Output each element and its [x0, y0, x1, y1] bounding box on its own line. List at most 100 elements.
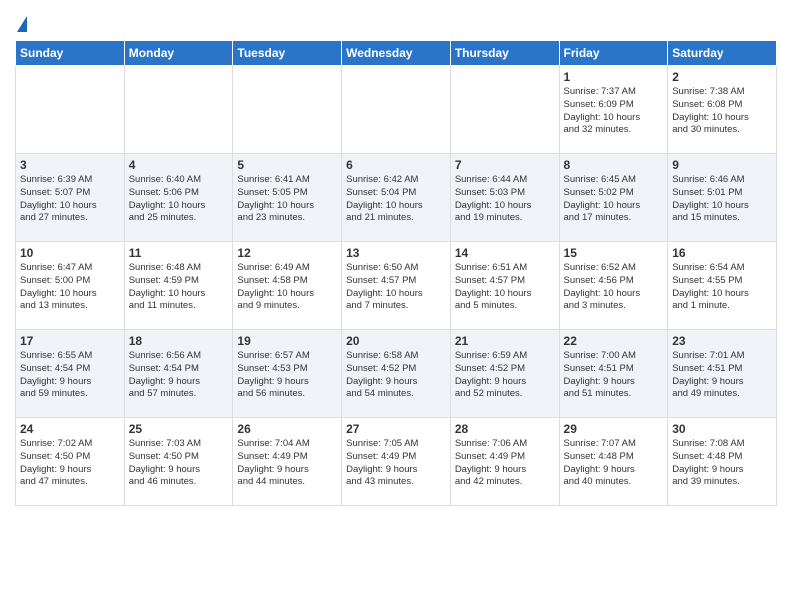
calendar-cell	[233, 66, 342, 154]
day-info: Sunrise: 7:07 AMSunset: 4:48 PMDaylight:…	[564, 438, 664, 489]
day-info: Sunrise: 6:54 AMSunset: 4:55 PMDaylight:…	[672, 262, 772, 313]
day-number: 30	[672, 422, 772, 436]
weekday-header-saturday: Saturday	[668, 41, 777, 66]
calendar-cell: 11 Sunrise: 6:48 AMSunset: 4:59 PMDayligh…	[124, 242, 233, 330]
calendar-cell: 23 Sunrise: 7:01 AMSunset: 4:51 PMDayligh…	[668, 330, 777, 418]
header	[15, 10, 777, 34]
day-number: 5	[237, 158, 337, 172]
day-info: Sunrise: 7:02 AMSunset: 4:50 PMDaylight:…	[20, 438, 120, 489]
calendar-cell: 4 Sunrise: 6:40 AMSunset: 5:06 PMDaylight…	[124, 154, 233, 242]
day-number: 22	[564, 334, 664, 348]
calendar-cell: 28 Sunrise: 7:06 AMSunset: 4:49 PMDayligh…	[450, 418, 559, 506]
day-info: Sunrise: 7:08 AMSunset: 4:48 PMDaylight:…	[672, 438, 772, 489]
day-info: Sunrise: 6:55 AMSunset: 4:54 PMDaylight:…	[20, 350, 120, 401]
weekday-header-monday: Monday	[124, 41, 233, 66]
calendar-cell: 5 Sunrise: 6:41 AMSunset: 5:05 PMDaylight…	[233, 154, 342, 242]
calendar-cell: 19 Sunrise: 6:57 AMSunset: 4:53 PMDayligh…	[233, 330, 342, 418]
day-info: Sunrise: 6:39 AMSunset: 5:07 PMDaylight:…	[20, 174, 120, 225]
calendar-cell: 25 Sunrise: 7:03 AMSunset: 4:50 PMDayligh…	[124, 418, 233, 506]
day-number: 18	[129, 334, 229, 348]
calendar-cell: 24 Sunrise: 7:02 AMSunset: 4:50 PMDayligh…	[16, 418, 125, 506]
calendar-week-2: 3 Sunrise: 6:39 AMSunset: 5:07 PMDaylight…	[16, 154, 777, 242]
day-number: 19	[237, 334, 337, 348]
day-info: Sunrise: 7:01 AMSunset: 4:51 PMDaylight:…	[672, 350, 772, 401]
day-info: Sunrise: 6:47 AMSunset: 5:00 PMDaylight:…	[20, 262, 120, 313]
calendar-cell: 1 Sunrise: 7:37 AMSunset: 6:09 PMDaylight…	[559, 66, 668, 154]
day-number: 8	[564, 158, 664, 172]
calendar-cell: 13Sunrise: 6:50 AMSunset: 4:57 PMDayligh…	[342, 242, 451, 330]
weekday-header-thursday: Thursday	[450, 41, 559, 66]
calendar-cell	[450, 66, 559, 154]
calendar-header-row: SundayMondayTuesdayWednesdayThursdayFrid…	[16, 41, 777, 66]
day-number: 24	[20, 422, 120, 436]
day-number: 20	[346, 334, 446, 348]
calendar-cell: 27 Sunrise: 7:05 AMSunset: 4:49 PMDayligh…	[342, 418, 451, 506]
day-info: Sunrise: 6:52 AMSunset: 4:56 PMDaylight:…	[564, 262, 664, 313]
day-number: 10	[20, 246, 120, 260]
day-number: 15	[564, 246, 664, 260]
day-info: Sunrise: 6:44 AMSunset: 5:03 PMDaylight:…	[455, 174, 555, 225]
calendar-week-1: 1 Sunrise: 7:37 AMSunset: 6:09 PMDaylight…	[16, 66, 777, 154]
day-number: 14	[455, 246, 555, 260]
day-info: Sunrise: 7:06 AMSunset: 4:49 PMDaylight:…	[455, 438, 555, 489]
day-number: 2	[672, 70, 772, 84]
day-number: 11	[129, 246, 229, 260]
calendar-cell: 16Sunrise: 6:54 AMSunset: 4:55 PMDayligh…	[668, 242, 777, 330]
day-info: Sunrise: 6:57 AMSunset: 4:53 PMDaylight:…	[237, 350, 337, 401]
day-info: Sunrise: 7:05 AMSunset: 4:49 PMDaylight:…	[346, 438, 446, 489]
calendar-cell: 10 Sunrise: 6:47 AMSunset: 5:00 PMDayligh…	[16, 242, 125, 330]
day-number: 6	[346, 158, 446, 172]
calendar-week-4: 17 Sunrise: 6:55 AMSunset: 4:54 PMDayligh…	[16, 330, 777, 418]
calendar-cell: 22 Sunrise: 7:00 AMSunset: 4:51 PMDayligh…	[559, 330, 668, 418]
calendar-week-5: 24 Sunrise: 7:02 AMSunset: 4:50 PMDayligh…	[16, 418, 777, 506]
calendar-cell: 3 Sunrise: 6:39 AMSunset: 5:07 PMDaylight…	[16, 154, 125, 242]
day-info: Sunrise: 7:37 AMSunset: 6:09 PMDaylight:…	[564, 86, 664, 137]
day-info: Sunrise: 6:42 AMSunset: 5:04 PMDaylight:…	[346, 174, 446, 225]
day-info: Sunrise: 6:58 AMSunset: 4:52 PMDaylight:…	[346, 350, 446, 401]
day-info: Sunrise: 7:03 AMSunset: 4:50 PMDaylight:…	[129, 438, 229, 489]
day-number: 29	[564, 422, 664, 436]
day-number: 23	[672, 334, 772, 348]
weekday-header-sunday: Sunday	[16, 41, 125, 66]
day-info: Sunrise: 6:59 AMSunset: 4:52 PMDaylight:…	[455, 350, 555, 401]
day-number: 12	[237, 246, 337, 260]
calendar-cell	[124, 66, 233, 154]
calendar-cell: 8Sunrise: 6:45 AMSunset: 5:02 PMDaylight…	[559, 154, 668, 242]
day-number: 25	[129, 422, 229, 436]
day-number: 7	[455, 158, 555, 172]
day-number: 3	[20, 158, 120, 172]
day-info: Sunrise: 6:49 AMSunset: 4:58 PMDaylight:…	[237, 262, 337, 313]
page: SundayMondayTuesdayWednesdayThursdayFrid…	[0, 0, 792, 516]
calendar-cell: 14 Sunrise: 6:51 AMSunset: 4:57 PMDayligh…	[450, 242, 559, 330]
day-number: 17	[20, 334, 120, 348]
day-info: Sunrise: 6:50 AMSunset: 4:57 PMDaylight:…	[346, 262, 446, 313]
calendar-cell: 6 Sunrise: 6:42 AMSunset: 5:04 PMDaylight…	[342, 154, 451, 242]
calendar-table: SundayMondayTuesdayWednesdayThursdayFrid…	[15, 40, 777, 506]
calendar-cell	[16, 66, 125, 154]
day-number: 4	[129, 158, 229, 172]
calendar-cell: 9Sunrise: 6:46 AMSunset: 5:01 PMDaylight…	[668, 154, 777, 242]
day-info: Sunrise: 6:41 AMSunset: 5:05 PMDaylight:…	[237, 174, 337, 225]
day-info: Sunrise: 6:48 AMSunset: 4:59 PMDaylight:…	[129, 262, 229, 313]
calendar-cell: 18 Sunrise: 6:56 AMSunset: 4:54 PMDayligh…	[124, 330, 233, 418]
day-info: Sunrise: 7:00 AMSunset: 4:51 PMDaylight:…	[564, 350, 664, 401]
day-number: 28	[455, 422, 555, 436]
calendar-cell	[342, 66, 451, 154]
day-info: Sunrise: 6:56 AMSunset: 4:54 PMDaylight:…	[129, 350, 229, 401]
day-info: Sunrise: 6:51 AMSunset: 4:57 PMDaylight:…	[455, 262, 555, 313]
day-info: Sunrise: 6:40 AMSunset: 5:06 PMDaylight:…	[129, 174, 229, 225]
calendar-cell: 15 Sunrise: 6:52 AMSunset: 4:56 PMDayligh…	[559, 242, 668, 330]
calendar-cell: 17 Sunrise: 6:55 AMSunset: 4:54 PMDayligh…	[16, 330, 125, 418]
day-number: 27	[346, 422, 446, 436]
day-number: 1	[564, 70, 664, 84]
day-info: Sunrise: 6:46 AMSunset: 5:01 PMDaylight:…	[672, 174, 772, 225]
day-info: Sunrise: 7:04 AMSunset: 4:49 PMDaylight:…	[237, 438, 337, 489]
day-number: 21	[455, 334, 555, 348]
logo-triangle-icon	[17, 16, 27, 32]
calendar-cell: 20 Sunrise: 6:58 AMSunset: 4:52 PMDayligh…	[342, 330, 451, 418]
calendar-cell: 21 Sunrise: 6:59 AMSunset: 4:52 PMDayligh…	[450, 330, 559, 418]
day-info: Sunrise: 7:38 AMSunset: 6:08 PMDaylight:…	[672, 86, 772, 137]
calendar-cell: 30 Sunrise: 7:08 AMSunset: 4:48 PMDayligh…	[668, 418, 777, 506]
calendar-cell: 7 Sunrise: 6:44 AMSunset: 5:03 PMDaylight…	[450, 154, 559, 242]
calendar-cell: 12 Sunrise: 6:49 AMSunset: 4:58 PMDayligh…	[233, 242, 342, 330]
